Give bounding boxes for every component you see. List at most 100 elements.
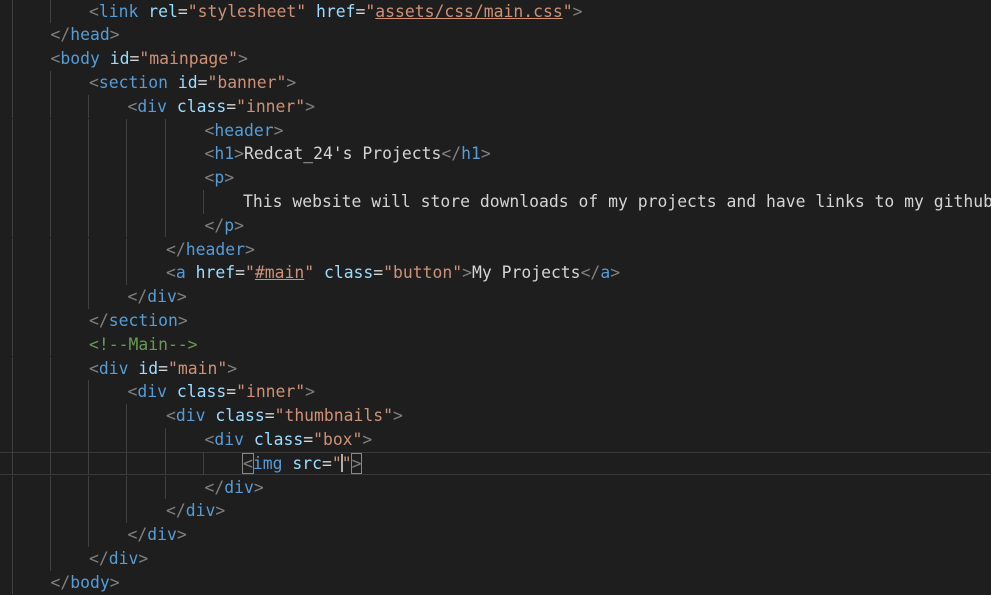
code-token: div: [214, 429, 244, 449]
code-token: div: [137, 96, 167, 116]
code-line[interactable]: <div class="inner">: [0, 380, 991, 405]
indent-guide: [50, 380, 51, 405]
code-token: =: [264, 406, 275, 426]
code-token: img: [252, 453, 283, 473]
code-line[interactable]: </div>: [0, 499, 991, 524]
indent-guide: [50, 118, 51, 143]
code-line[interactable]: </body>: [0, 570, 991, 595]
code-token: =: [235, 263, 245, 283]
indent-guide: [126, 189, 127, 214]
code-token: >: [176, 287, 187, 307]
code-token: <: [89, 72, 99, 92]
code-text: <p>: [205, 166, 235, 190]
code-token: <: [166, 263, 176, 283]
code-text: <img src="">: [242, 452, 363, 476]
code-token: header: [185, 239, 245, 259]
code-token: class: [215, 406, 265, 426]
code-token: link: [98, 1, 139, 21]
code-line[interactable]: </p>: [0, 213, 991, 238]
code-line[interactable]: </div>: [0, 475, 991, 500]
code-line[interactable]: <div id="main">: [0, 356, 991, 381]
code-line[interactable]: </div>: [0, 285, 991, 309]
code-line[interactable]: <div class="thumbnails">: [0, 404, 991, 428]
indent-guide: [50, 475, 51, 500]
code-line[interactable]: <div class="inner">: [0, 94, 991, 119]
indent-guide: [50, 523, 51, 547]
code-token: <: [204, 168, 215, 188]
code-token: >: [244, 239, 255, 259]
code-token: =: [129, 49, 140, 69]
code-link[interactable]: #main: [255, 263, 304, 282]
code-token: head: [70, 25, 110, 45]
code-line[interactable]: </header>: [0, 237, 991, 262]
code-line[interactable]: </head>: [0, 23, 991, 48]
indent-guide: [88, 285, 89, 309]
code-token: >: [350, 452, 363, 474]
indent-guide: [126, 427, 127, 452]
code-token: </: [204, 215, 225, 235]
code-token: </: [580, 263, 601, 283]
code-text: <div class="inner">: [128, 380, 316, 404]
code-token: <: [242, 452, 254, 474]
code-token: >: [177, 310, 188, 330]
code-editor[interactable]: <link rel="stylesheet" href="assets/css/…: [0, 0, 991, 595]
indent-guide: [12, 475, 13, 500]
code-token: id: [138, 358, 159, 378]
code-token: header: [214, 120, 274, 140]
code-token: body: [70, 572, 110, 592]
code-token: class: [253, 429, 304, 449]
indent-guide: [12, 166, 13, 190]
code-line[interactable]: This website will store downloads of my …: [0, 189, 991, 214]
indent-guide: [12, 23, 13, 48]
code-line[interactable]: <body id="mainpage">: [0, 47, 991, 71]
code-line[interactable]: <section id="banner">: [0, 70, 991, 95]
code-token: src: [292, 453, 322, 473]
code-line[interactable]: <h1>Redcat_24's Projects</h1>: [0, 142, 991, 167]
indent-guide: [12, 261, 13, 286]
indent-guide: [12, 142, 13, 167]
code-line[interactable]: <a href="#main" class="button">My Projec…: [0, 261, 991, 286]
code-token: rel: [148, 1, 178, 21]
code-token: </: [127, 287, 148, 307]
code-token: <: [166, 406, 176, 426]
code-line[interactable]: </section>: [0, 308, 991, 333]
indent-guide: [165, 475, 166, 500]
code-text: </section>: [89, 309, 188, 333]
code-token: body: [60, 49, 100, 69]
code-token: >: [234, 144, 244, 164]
code-token: </: [89, 548, 109, 568]
code-text: <header>: [205, 119, 284, 143]
code-token: id: [177, 72, 198, 92]
indent-guide: [126, 237, 127, 262]
code-line[interactable]: <p>: [0, 166, 991, 190]
code-line[interactable]: </div>: [0, 523, 991, 547]
indent-guide: [12, 237, 13, 262]
indent-guide: [88, 118, 89, 143]
code-token: </: [50, 25, 71, 45]
indent-guide: [12, 404, 13, 428]
code-line[interactable]: <header>: [0, 118, 991, 143]
code-token: My Projects: [472, 263, 581, 283]
indent-guide: [12, 213, 13, 238]
code-line[interactable]: </div>: [0, 546, 991, 571]
code-link[interactable]: assets/css/main.css: [375, 2, 563, 21]
indent-guide: [88, 213, 89, 238]
indent-guide: [50, 0, 51, 24]
code-token: div: [137, 382, 167, 402]
code-token: "main": [167, 358, 228, 378]
indent-guide: [88, 142, 89, 167]
indent-guide: [50, 189, 51, 214]
indent-guide: [12, 570, 13, 595]
code-line[interactable]: <!--Main-->: [0, 332, 991, 357]
code-token: >: [480, 144, 491, 164]
code-token: >: [362, 429, 373, 449]
code-line[interactable]: <link rel="stylesheet" href="assets/css/…: [0, 0, 991, 24]
code-line-current[interactable]: <img src="">: [0, 451, 991, 476]
code-token: <: [89, 358, 99, 378]
code-line[interactable]: <div class="box">: [0, 427, 991, 452]
code-text: </div>: [205, 476, 264, 500]
